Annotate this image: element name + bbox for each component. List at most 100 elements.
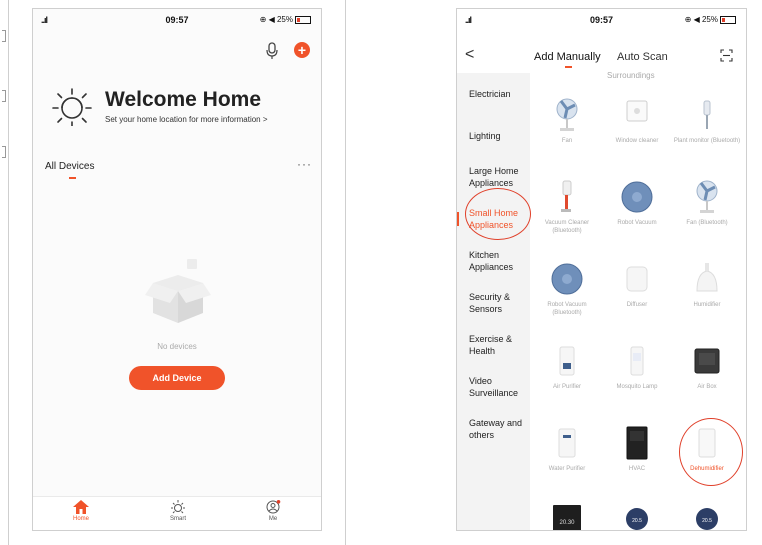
device-item[interactable]: Diffuser bbox=[603, 259, 671, 309]
robot-vacuum-icon bbox=[533, 259, 601, 299]
empty-state-text: No devices bbox=[157, 342, 197, 351]
humidifier-icon bbox=[673, 259, 741, 299]
tab-smart-label: Smart bbox=[169, 516, 186, 522]
device-item[interactable]: Humidifier bbox=[673, 259, 741, 309]
hvac-icon bbox=[603, 423, 671, 463]
battery-icon bbox=[295, 15, 311, 24]
device-label: Robot Vacuum bbox=[617, 220, 657, 226]
category-item[interactable]: Large Home Appliances bbox=[469, 165, 529, 189]
battery-percent: 25% bbox=[701, 15, 718, 24]
battery-indicator: ⊕ ◀ 25% bbox=[685, 15, 736, 24]
device-item[interactable]: Fan bbox=[533, 95, 601, 145]
annotation-circle bbox=[679, 418, 743, 486]
device-label: Humidifier bbox=[693, 302, 721, 308]
device-label: Plant monitor (Bluetooth) bbox=[673, 138, 741, 144]
device-label: Robot Vacuum (Bluetooth) bbox=[547, 302, 587, 316]
diffuser-icon bbox=[603, 259, 671, 299]
back-button[interactable]: < bbox=[465, 46, 474, 64]
add-device-button[interactable]: Add Device bbox=[129, 366, 225, 390]
fan-icon bbox=[673, 177, 741, 217]
device-item[interactable]: 20.30 bbox=[533, 505, 601, 530]
mosquito-lamp-icon bbox=[603, 341, 671, 381]
device-label: Fan bbox=[561, 138, 573, 144]
bottom-tab-bar: Home Smart Me bbox=[33, 496, 321, 530]
home-screen: ..ıl 09:57 ⊕ ◀ 25% + Welcome Home Set yo… bbox=[32, 8, 322, 531]
plant-monitor-icon bbox=[673, 95, 741, 135]
tab-me[interactable]: Me bbox=[253, 500, 293, 522]
category-item[interactable]: Kitchen Appliances bbox=[469, 249, 529, 273]
category-item[interactable]: Electrician bbox=[469, 88, 529, 100]
device-item[interactable]: Plant monitor (Bluetooth) bbox=[673, 95, 741, 145]
home-icon bbox=[73, 500, 89, 514]
device-item[interactable]: Fan (Bluetooth) bbox=[673, 177, 741, 227]
home-location-link[interactable]: Set your home location for more informat… bbox=[105, 115, 268, 124]
edge-mark bbox=[2, 146, 6, 158]
thermostat-round-icon: 20.5 bbox=[673, 505, 741, 530]
scan-icon[interactable] bbox=[720, 49, 733, 62]
thermostat-round-icon: 20.5 bbox=[603, 505, 671, 530]
tab-home[interactable]: Home bbox=[61, 500, 101, 522]
active-tab-indicator bbox=[565, 66, 572, 68]
add-plus-button[interactable]: + bbox=[294, 42, 310, 58]
add-device-screen: ..ıl 09:57 ⊕ ◀ 25% < Add Manually Auto S… bbox=[456, 8, 747, 531]
thermostat-icon: 20.30 bbox=[533, 505, 601, 530]
empty-box-icon bbox=[145, 259, 211, 323]
category-item[interactable]: Lighting bbox=[469, 130, 529, 142]
tab-auto-scan[interactable]: Auto Scan bbox=[617, 51, 668, 63]
window-cleaner-icon bbox=[603, 95, 671, 135]
water-purifier-icon bbox=[533, 423, 601, 463]
tab-me-label: Me bbox=[268, 516, 278, 522]
device-label: Fan (Bluetooth) bbox=[686, 220, 728, 226]
tab-add-manually[interactable]: Add Manually bbox=[534, 51, 601, 63]
more-options-icon[interactable]: ··· bbox=[297, 157, 312, 171]
status-bar: ..ıl 09:57 ⊕ ◀ 25% bbox=[33, 9, 321, 31]
thermostat-reading: 20.5 bbox=[702, 518, 712, 524]
device-item[interactable]: Window cleaner bbox=[603, 95, 671, 145]
active-tab-indicator bbox=[69, 177, 76, 179]
status-bar: ..ıl 09:57 ⊕ ◀ 25% bbox=[457, 9, 746, 31]
tab-home-label: Home bbox=[72, 516, 89, 522]
device-label: Mosquito Lamp bbox=[616, 384, 658, 390]
device-label: Diffuser bbox=[626, 302, 648, 308]
edge-mark bbox=[2, 30, 6, 42]
device-item[interactable]: Robot Vacuum bbox=[603, 177, 671, 227]
category-sidebar: Electrician Lighting Large Home Applianc… bbox=[457, 73, 530, 530]
device-label: Air Box bbox=[697, 384, 717, 390]
section-title: Surroundings bbox=[607, 71, 655, 80]
annotation-circle bbox=[465, 188, 531, 240]
category-item[interactable]: Security & Sensors bbox=[469, 291, 529, 315]
device-item[interactable]: Robot Vacuum (Bluetooth) bbox=[533, 259, 601, 317]
category-item[interactable]: Video Surveillance bbox=[469, 375, 529, 399]
category-item[interactable]: Exercise & Health bbox=[469, 333, 529, 357]
air-purifier-icon bbox=[533, 341, 601, 381]
device-item[interactable]: Vacuum Cleaner (Bluetooth) bbox=[533, 177, 601, 235]
tab-smart[interactable]: Smart bbox=[158, 500, 198, 522]
active-category-marker bbox=[457, 212, 459, 226]
device-label: HVAC bbox=[628, 466, 646, 472]
sun-icon bbox=[52, 88, 92, 126]
center-divider-line bbox=[345, 0, 346, 545]
device-label: Vacuum Cleaner (Bluetooth) bbox=[544, 220, 590, 234]
vacuum-cleaner-icon bbox=[533, 177, 601, 217]
robot-vacuum-icon bbox=[603, 177, 671, 217]
battery-indicator: ⊕ ◀ 25% bbox=[260, 15, 311, 24]
device-item[interactable]: Air Box bbox=[673, 341, 741, 391]
left-edge-line bbox=[8, 0, 9, 545]
device-item[interactable]: Mosquito Lamp bbox=[603, 341, 671, 391]
category-item[interactable]: Gateway and others bbox=[469, 417, 529, 441]
air-box-icon bbox=[673, 341, 741, 381]
battery-icon bbox=[720, 15, 736, 24]
device-item[interactable]: HVAC bbox=[603, 423, 671, 473]
device-label: Window cleaner bbox=[615, 138, 659, 144]
device-item[interactable]: 20.5 bbox=[673, 505, 741, 530]
device-item[interactable]: 20.5 bbox=[603, 505, 671, 530]
all-devices-tab[interactable]: All Devices bbox=[45, 161, 94, 172]
fan-icon bbox=[533, 95, 601, 135]
sun-icon bbox=[171, 500, 185, 514]
device-label: Water Purifier bbox=[548, 466, 586, 472]
edge-mark bbox=[2, 90, 6, 102]
device-item[interactable]: Water Purifier bbox=[533, 423, 601, 473]
microphone-icon[interactable] bbox=[265, 42, 279, 60]
device-item[interactable]: Air Purifier bbox=[533, 341, 601, 391]
battery-percent: 25% bbox=[276, 15, 293, 24]
